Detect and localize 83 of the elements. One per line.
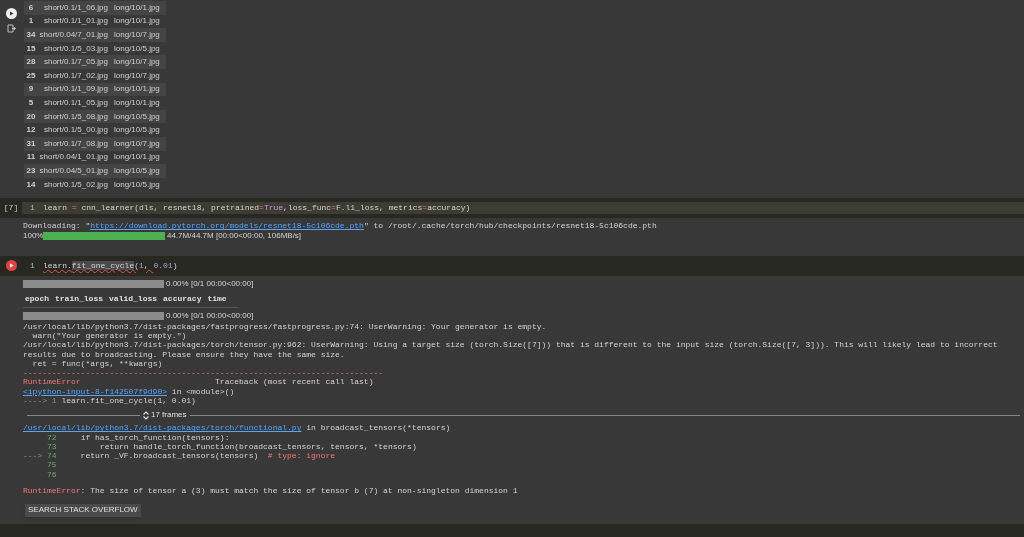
- run-button[interactable]: [5, 260, 17, 272]
- table-cell-text: short/0.1/1_06.jpg: [42, 1, 109, 14]
- table-cell-text: short/0.1/7_05.jpg: [42, 56, 109, 69]
- play-icon: [8, 263, 14, 269]
- table-cell-text: long/10/5.jpg: [113, 124, 161, 137]
- table-cell-text: short/0.1/7_08.jpg: [42, 137, 109, 150]
- execution-count: [7]: [3, 202, 19, 215]
- output-line: Downloading: "https://download.pytorch.org/models/resnet18-5c106cde.pth" to /root/.cache/torch/hub/checkpoints/resnet18-5c106cde.pth: [23, 221, 658, 231]
- link[interactable]: <ipython-input-8-f142507f9d90>: [23, 386, 168, 396]
- table-cell-text: long/10/1.jpg: [113, 83, 161, 96]
- table-cell-text: long/10/5.jpg: [113, 110, 161, 123]
- table-cell-text: short/0.1/5_08.jpg: [42, 110, 109, 123]
- link[interactable]: /usr/local/lib/python3.7/dist-packages/torch/functional.py: [23, 423, 302, 433]
- table-cell-text: short/0.1/1_09.jpg: [42, 83, 109, 96]
- table-cell-text: long/10/7.jpg: [113, 137, 161, 150]
- table-cell-text: long/10/1.jpg: [113, 151, 161, 164]
- output-icon[interactable]: [6, 24, 16, 33]
- table-cell-text: 12: [25, 124, 37, 137]
- table-cell-text: long/10/5.jpg: [113, 42, 161, 55]
- output-line: RuntimeError Traceback (most recent call last): [23, 377, 375, 387]
- output-line: RuntimeError: The size of tensor a (3) must match the size of tensor b (7) at non-singleton dimension 1: [23, 486, 519, 496]
- table-cell-text: 6: [27, 1, 35, 14]
- table-cell-text: 11: [25, 151, 37, 164]
- link[interactable]: https://download.pytorch.org/models/resnet18-5c106cde.pth: [90, 221, 364, 231]
- table-cell-text: short/0.1/7_02.jpg: [42, 69, 109, 82]
- output-line: /usr/local/lib/python3.7/dist-packages/fastprogress/fastprogress.py:74: UserWarning: Your generator is empty.: [23, 321, 548, 331]
- table-cell-text: short/0.04/7_01.jpg: [38, 29, 109, 41]
- output-line: ---> 74 return _VF.broadcast_tensors(tensors) # type: ignore: [23, 451, 337, 461]
- table-cell-text: 23: [25, 164, 37, 177]
- output-line: 72 if has_torch_function(tensors):: [46, 432, 231, 442]
- output-line: /usr/local/lib/python3.7/dist-packages/torch/functional.py in broadcast_tensors(*tensors): [23, 423, 452, 433]
- output-line: 76: [46, 469, 58, 480]
- code-line[interactable]: learn.fit_one_cycle(1, 0.01): [43, 259, 178, 272]
- table-cell-text: short/0.1/5_02.jpg: [42, 178, 109, 191]
- table-cell-text: 25: [25, 69, 37, 82]
- table-cell-text: short/0.04/1_01.jpg: [38, 151, 109, 164]
- table-cell-text: long/10/7.jpg: [113, 69, 161, 82]
- table-cell-text: short/0.04/5_01.jpg: [38, 164, 109, 177]
- output-line: 73 return handle_torch_function(broadcast_tensors, tensors, *tensors): [46, 441, 418, 452]
- column-header: accuracy: [163, 292, 202, 305]
- table-cell-text: 20: [25, 110, 37, 123]
- output-line: <ipython-input-8-f142507f9d90> in <module>(): [23, 386, 236, 396]
- code-line[interactable]: learn = cnn_learner(dls, resnet18, pretrained=True,loss_func=F.l1_loss, metrics=accuracy): [43, 202, 471, 215]
- output-line: warn("Your generator is empty."): [32, 330, 187, 341]
- table-cell-text: 15: [25, 42, 37, 55]
- output-line: /usr/local/lib/python3.7/dist-packages/torch/tensor.py:962: UserWarning: Using a target size (torch.Size([7])) that is different to the input size (torch.Size([7, 3])). This will likely lead to incorrect results due to broadcasting. Please ensure they have the same size.: [23, 340, 999, 359]
- table-cell-text: 1: [27, 15, 35, 28]
- table-cell-text: long/10/5.jpg: [113, 178, 161, 191]
- line-number: 1: [29, 202, 36, 215]
- output-line: ---------------------------------------------------------------------------: [23, 368, 385, 378]
- column-header: epoch: [25, 292, 49, 305]
- table-cell-text: short/0.1/5_00.jpg: [42, 124, 109, 137]
- table-cell-text: short/0.1/1_05.jpg: [42, 96, 109, 109]
- column-header: time: [207, 292, 227, 305]
- run-button[interactable]: [5, 8, 17, 19]
- progress-status: 0.00% [0/1 00:00<00:00]: [166, 310, 254, 323]
- table-cell-text: long/10/1.jpg: [113, 96, 161, 109]
- column-header: train_loss: [55, 292, 104, 305]
- output-line: ret = func(*args, **kwargs): [31, 358, 164, 369]
- progress-percent: 100%: [23, 230, 41, 243]
- table-cell-text: 31: [25, 137, 37, 150]
- table-cell-text: 14: [25, 178, 37, 191]
- table-cell-text: short/0.1/5_03.jpg: [42, 42, 109, 55]
- line-number: 1: [29, 259, 36, 272]
- table-cell-text: 28: [25, 56, 37, 69]
- table-cell-text: 34: [25, 29, 37, 41]
- progress-status: 0.00% [0/1 00:00<00:00]: [166, 278, 254, 291]
- play-icon: [8, 11, 14, 16]
- table-cell-text: long/10/7.jpg: [113, 56, 161, 69]
- output-line: 75: [46, 460, 58, 470]
- table-cell-text: 5: [27, 96, 35, 109]
- table-cell-text: long/10/5.jpg: [113, 164, 161, 177]
- table-cell-text: long/10/7.jpg: [113, 29, 161, 41]
- frames-toggle[interactable]: 17 frames: [143, 409, 187, 422]
- progress-status: 44.7M/44.7M [00:00<00:00, 106MB/s]: [167, 230, 302, 243]
- table-cell-text: long/10/1.jpg: [113, 1, 161, 14]
- column-header: valid_loss: [109, 292, 158, 305]
- table-cell-text: 9: [27, 83, 35, 96]
- table-cell-text: long/10/1.jpg: [113, 15, 161, 28]
- search-stack-overflow-button[interactable]: SEARCH STACK OVERFLOW: [25, 503, 141, 517]
- output-line: ----> 1 learn.fit_one_cycle(1, 0.01): [23, 396, 197, 406]
- expand-icon: [143, 410, 149, 420]
- table-cell-text: short/0.1/1_01.jpg: [42, 15, 109, 28]
